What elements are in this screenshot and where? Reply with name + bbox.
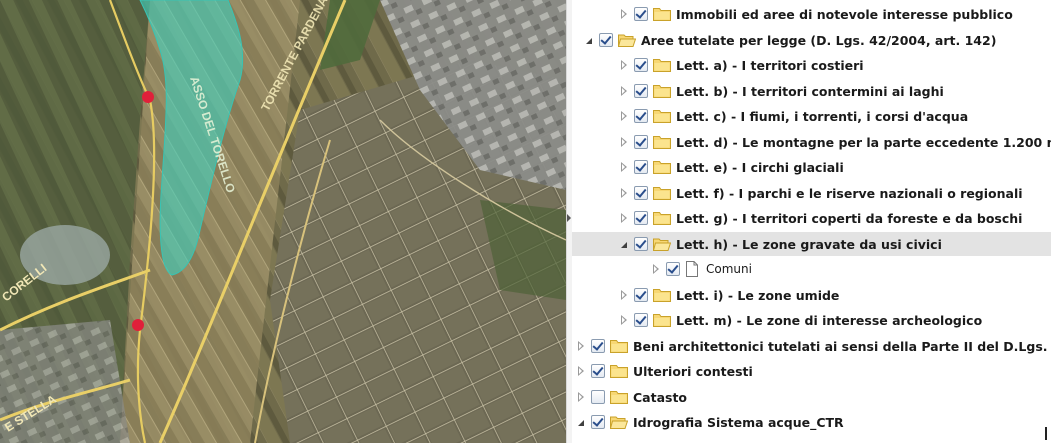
folder-icon xyxy=(653,59,671,72)
layer-visibility-checkbox[interactable] xyxy=(634,58,648,72)
folder-icon xyxy=(653,212,671,225)
layer-label[interactable]: Lett. b) - I territori contermini ai lag… xyxy=(676,84,944,99)
layer-tree-panel: Immobili ed aree di notevole interesse p… xyxy=(572,0,1051,443)
layer-tree-node[interactable]: Lett. e) - I circhi glaciali xyxy=(572,155,1051,179)
layer-tree-node[interactable]: Lett. m) - Le zone di interesse archeolo… xyxy=(572,308,1051,332)
layer-tree-node[interactable]: Ulteriori contesti xyxy=(572,359,1051,383)
layer-visibility-checkbox[interactable] xyxy=(634,7,648,21)
layer-tree-node[interactable]: Lett. c) - I fiumi, i torrenti, i corsi … xyxy=(572,104,1051,128)
layer-label[interactable]: Lett. f) - I parchi e le riserve naziona… xyxy=(676,186,1023,201)
collapsed-arrow-icon[interactable] xyxy=(619,288,629,302)
layer-tree-node[interactable]: Lett. h) - Le zone gravate da usi civici xyxy=(572,232,1051,256)
layer-visibility-checkbox[interactable] xyxy=(634,109,648,123)
layer-visibility-checkbox[interactable] xyxy=(634,186,648,200)
layer-tree-node[interactable]: Lett. f) - I parchi e le riserve naziona… xyxy=(572,181,1051,205)
layer-label[interactable]: Lett. i) - Le zone umide xyxy=(676,288,839,303)
folder-icon xyxy=(653,8,671,21)
folder-icon xyxy=(653,136,671,149)
layer-tree-node[interactable]: Lett. b) - I territori contermini ai lag… xyxy=(572,79,1051,103)
collapsed-arrow-icon[interactable] xyxy=(619,160,629,174)
layer-visibility-checkbox[interactable] xyxy=(634,313,648,327)
layer-label[interactable]: Lett. m) - Le zone di interesse archeolo… xyxy=(676,313,982,328)
layer-tree-node[interactable]: Comuni xyxy=(572,257,1051,281)
collapsed-arrow-icon[interactable] xyxy=(651,262,661,276)
collapse-arrow-icon[interactable] xyxy=(567,214,571,222)
layer-tree-node[interactable]: Lett. a) - I territori costieri xyxy=(572,53,1051,77)
layer-visibility-checkbox[interactable] xyxy=(591,390,605,404)
layer-visibility-checkbox[interactable] xyxy=(591,364,605,378)
layer-label[interactable]: Lett. h) - Le zone gravate da usi civici xyxy=(676,237,942,252)
expanded-arrow-icon[interactable] xyxy=(576,415,586,429)
folder-open-icon xyxy=(610,416,628,429)
folder-icon xyxy=(610,340,628,353)
collapsed-arrow-icon[interactable] xyxy=(619,313,629,327)
layer-tree-node[interactable]: Immobili ed aree di notevole interesse p… xyxy=(572,2,1051,26)
folder-icon xyxy=(653,161,671,174)
layer-tree-node[interactable]: Aree tutelate per legge (D. Lgs. 42/2004… xyxy=(572,28,1051,52)
text-cursor xyxy=(1045,427,1047,440)
collapsed-arrow-icon[interactable] xyxy=(576,364,586,378)
layer-visibility-checkbox[interactable] xyxy=(634,135,648,149)
layer-label[interactable]: Immobili ed aree di notevole interesse p… xyxy=(676,7,1013,22)
layer-label[interactable]: Lett. a) - I territori costieri xyxy=(676,58,864,73)
layer-visibility-checkbox[interactable] xyxy=(634,288,648,302)
layer-label[interactable]: Ulteriori contesti xyxy=(633,364,753,379)
layer-label[interactable]: Idrografia Sistema acque_CTR xyxy=(633,415,844,430)
layer-label[interactable]: Lett. g) - I territori coperti da forest… xyxy=(676,211,1022,226)
collapsed-arrow-icon[interactable] xyxy=(576,339,586,353)
layer-label[interactable]: Beni architettonici tutelati ai sensi de… xyxy=(633,339,1051,354)
layer-label[interactable]: Lett. c) - I fiumi, i torrenti, i corsi … xyxy=(676,109,968,124)
expanded-arrow-icon[interactable] xyxy=(584,33,594,47)
layer-visibility-checkbox[interactable] xyxy=(634,160,648,174)
layer-visibility-checkbox[interactable] xyxy=(599,33,613,47)
layer-label[interactable]: Comuni xyxy=(706,262,752,276)
folder-icon xyxy=(653,289,671,302)
layer-visibility-checkbox[interactable] xyxy=(591,415,605,429)
layer-label[interactable]: Aree tutelate per legge (D. Lgs. 42/2004… xyxy=(641,33,996,48)
document-icon xyxy=(686,261,698,277)
folder-open-icon xyxy=(653,238,671,251)
collapsed-arrow-icon[interactable] xyxy=(619,58,629,72)
layer-tree-node[interactable]: Catasto xyxy=(572,385,1051,409)
expanded-arrow-icon[interactable] xyxy=(619,237,629,251)
folder-icon xyxy=(653,85,671,98)
satellite-map[interactable]: ASSO DEL TORELLO TORRENTE PARDENA CORELL… xyxy=(0,0,566,443)
folder-icon xyxy=(653,110,671,123)
collapsed-arrow-icon[interactable] xyxy=(619,7,629,21)
layer-label[interactable]: Catasto xyxy=(633,390,687,405)
layer-visibility-checkbox[interactable] xyxy=(634,237,648,251)
layer-visibility-checkbox[interactable] xyxy=(634,211,648,225)
layer-tree-node[interactable]: Beni architettonici tutelati ai sensi de… xyxy=(572,334,1051,358)
layer-label[interactable]: Lett. d) - Le montagne per la parte ecce… xyxy=(676,135,1051,150)
collapsed-arrow-icon[interactable] xyxy=(619,135,629,149)
collapsed-arrow-icon[interactable] xyxy=(619,109,629,123)
layer-label[interactable]: Lett. e) - I circhi glaciali xyxy=(676,160,844,175)
folder-open-icon xyxy=(618,34,636,47)
layer-visibility-checkbox[interactable] xyxy=(634,84,648,98)
folder-icon xyxy=(610,391,628,404)
collapsed-arrow-icon[interactable] xyxy=(619,211,629,225)
layer-tree-node[interactable]: Lett. g) - I territori coperti da forest… xyxy=(572,206,1051,230)
collapsed-arrow-icon[interactable] xyxy=(619,186,629,200)
layer-tree-node[interactable]: Lett. i) - Le zone umide xyxy=(572,283,1051,307)
collapsed-arrow-icon[interactable] xyxy=(619,84,629,98)
map-view[interactable]: ASSO DEL TORELLO TORRENTE PARDENA CORELL… xyxy=(0,0,566,443)
map-marker[interactable] xyxy=(132,319,144,331)
map-marker[interactable] xyxy=(142,91,154,103)
collapsed-arrow-icon[interactable] xyxy=(576,390,586,404)
layer-visibility-checkbox[interactable] xyxy=(591,339,605,353)
folder-icon xyxy=(610,365,628,378)
folder-icon xyxy=(653,187,671,200)
folder-icon xyxy=(653,314,671,327)
layer-tree-node[interactable]: Idrografia Sistema acque_CTR xyxy=(572,410,1051,434)
layer-visibility-checkbox[interactable] xyxy=(666,262,680,276)
layer-tree-node[interactable]: Lett. d) - Le montagne per la parte ecce… xyxy=(572,130,1051,154)
